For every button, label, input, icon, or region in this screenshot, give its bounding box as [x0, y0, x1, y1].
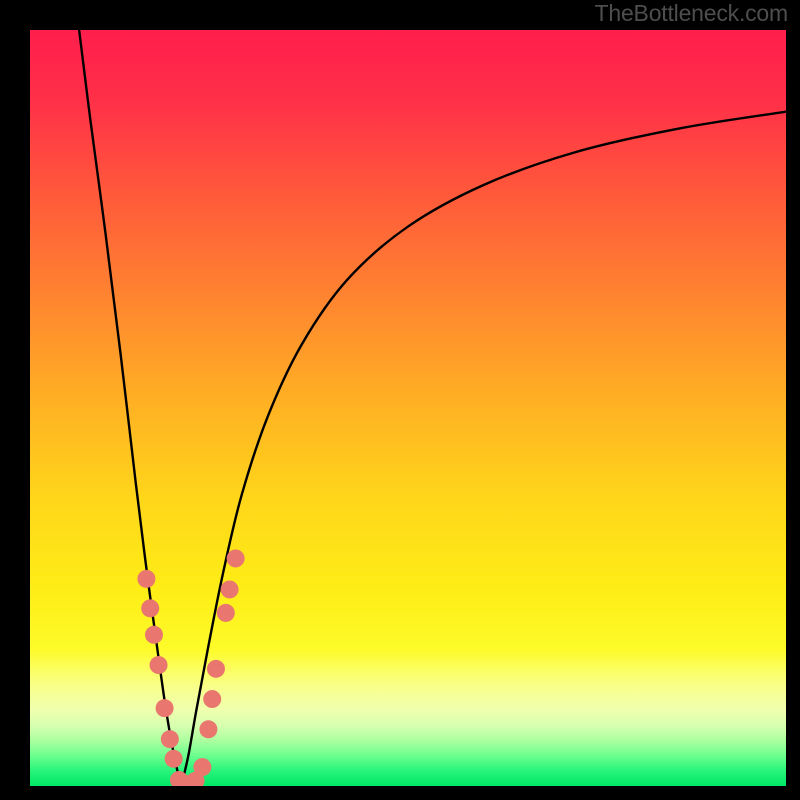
outer-frame: TheBottleneck.com: [0, 0, 800, 800]
marker-point: [145, 626, 163, 644]
marker-point: [193, 758, 211, 776]
marker-point: [203, 690, 221, 708]
marker-point: [221, 580, 239, 598]
watermark-label: TheBottleneck.com: [595, 0, 788, 27]
plot-area: [30, 30, 786, 786]
curve-right-branch: [181, 112, 786, 786]
marker-point: [137, 570, 155, 588]
marker-point: [150, 656, 168, 674]
marker-point: [227, 549, 245, 567]
marker-point: [207, 660, 225, 678]
curve-layer: [30, 30, 786, 786]
marker-point: [141, 599, 159, 617]
marker-point: [161, 730, 179, 748]
marker-point: [199, 720, 217, 738]
marker-point: [156, 699, 174, 717]
marker-point: [217, 604, 235, 622]
marker-point: [165, 750, 183, 768]
curve-left-branch: [79, 30, 181, 786]
